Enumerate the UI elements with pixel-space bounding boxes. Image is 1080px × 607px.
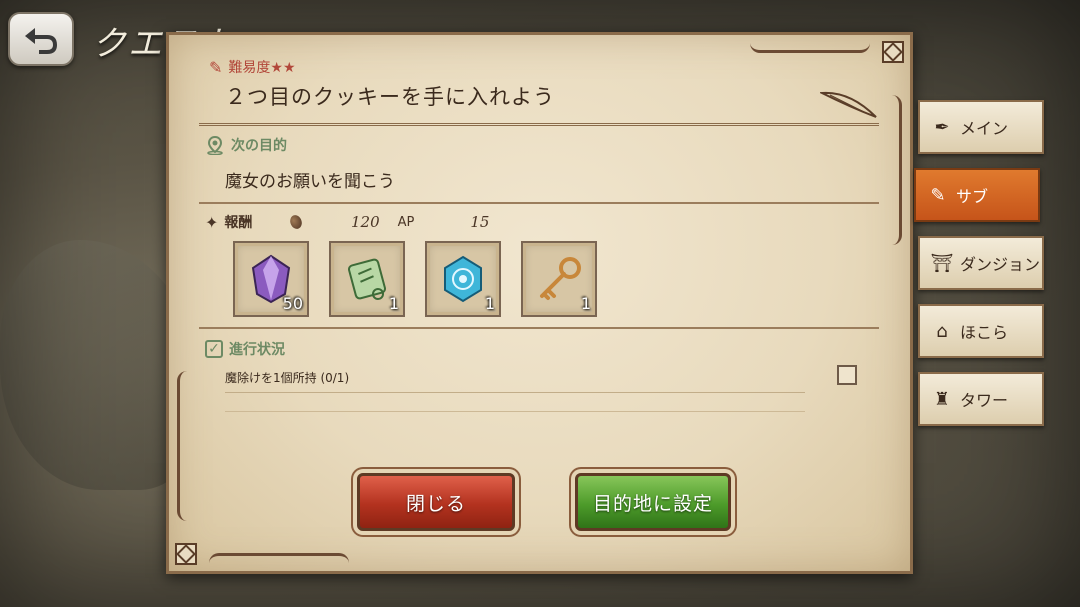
reward-stats: 120 AP 15: [288, 213, 490, 231]
reward-item[interactable]: 50: [233, 241, 309, 317]
corner-ornament: [175, 543, 197, 565]
item-count: 1: [388, 294, 399, 313]
scroll-icon: [348, 258, 386, 300]
objective-heading: 次の目的: [205, 135, 287, 155]
quill-icon: [820, 91, 877, 118]
corner-ornament: [882, 41, 904, 63]
quest-title: ２つ目のクッキーを手に入れよう: [225, 85, 555, 109]
reward-gold: 120: [351, 213, 380, 231]
checkbox-icon: ✓: [205, 340, 223, 358]
quill-icon: ✒: [934, 116, 950, 138]
sparkle-icon: ✦: [205, 212, 219, 232]
tab-sub[interactable]: ✎ サブ: [914, 168, 1040, 222]
coin-icon: [288, 213, 304, 231]
reward-item[interactable]: 1: [521, 241, 597, 317]
divider: [199, 123, 879, 126]
item-count: 1: [580, 294, 591, 313]
pen-icon: ✎: [930, 184, 946, 206]
reward-item[interactable]: 1: [425, 241, 501, 317]
close-button[interactable]: 閉じる: [357, 473, 515, 531]
item-count: 50: [282, 294, 303, 313]
tab-dungeon[interactable]: ⛩ ダンジョン: [918, 236, 1044, 290]
quest-detail-panel: ✎ 難易度★★ ２つ目のクッキーを手に入れよう 次の目的 魔女のお願いを聞こう …: [166, 32, 913, 574]
tower-icon: ♜: [933, 388, 951, 410]
progress-checkbox: [837, 365, 857, 385]
progress-item: 魔除けを1個所持 (0/1): [225, 369, 805, 393]
divider: [199, 327, 879, 329]
tab-tower[interactable]: ♜ タワー: [918, 372, 1044, 426]
back-button[interactable]: [8, 12, 74, 66]
reward-ap-label: AP: [397, 214, 415, 230]
reward-item[interactable]: 1: [329, 241, 405, 317]
reward-heading: ✦ 報酬: [205, 212, 253, 232]
difficulty-label: ✎ 難易度★★: [209, 57, 296, 77]
tab-shrine[interactable]: ⌂ ほこら: [918, 304, 1044, 358]
return-arrow-icon: [25, 28, 57, 54]
pen-icon: ✎: [209, 57, 223, 77]
blue-crystal-icon: [444, 255, 482, 303]
reward-ap: 15: [470, 213, 490, 231]
gate-icon: ⛩: [930, 252, 954, 274]
tab-main[interactable]: ✒ メイン: [918, 100, 1044, 154]
shrine-icon: ⌂: [936, 320, 948, 342]
progress-heading: ✓ 進行状況: [205, 339, 285, 359]
objective-text: 魔女のお願いを聞こう: [225, 172, 395, 192]
divider: [199, 202, 879, 204]
item-count: 1: [484, 294, 495, 313]
reward-items: 50 1 1 1: [233, 241, 597, 317]
key-icon: [540, 257, 581, 300]
divider: [225, 411, 805, 412]
set-destination-button[interactable]: 目的地に設定: [575, 473, 731, 531]
map-pin-icon: [207, 135, 223, 155]
